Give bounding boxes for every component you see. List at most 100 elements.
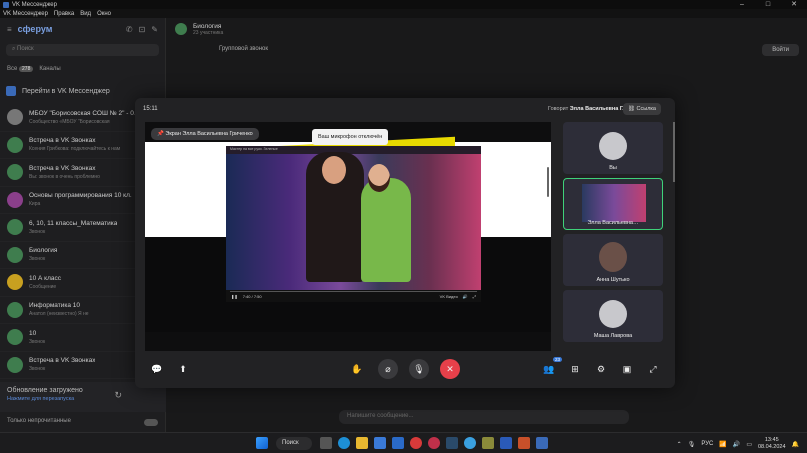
shared-video[interactable]: Мастер на все руки. Зеленые ❚❚ 7:40 / 7:… xyxy=(226,146,481,302)
menu-item-edit[interactable]: Правка xyxy=(54,11,74,17)
store-icon[interactable] xyxy=(374,437,386,449)
powerpoint-icon[interactable] xyxy=(518,437,530,449)
clock-date: 08.04.2024 xyxy=(757,444,786,450)
video-brand: VK Видео xyxy=(439,293,458,299)
clock-time: 13:45 xyxy=(764,437,779,443)
mic-off-button[interactable]: 🎙 xyxy=(409,359,429,379)
steam-icon[interactable] xyxy=(446,437,458,449)
participant-tile[interactable]: Маша Лаврова xyxy=(563,290,663,342)
pause-icon[interactable]: ❚❚ xyxy=(231,294,238,299)
screen-owner-label: 📌 Экран Элла Васильевна Гриченко xyxy=(151,128,259,140)
word-icon[interactable] xyxy=(500,437,512,449)
chat-item-avatar xyxy=(7,219,23,236)
participant-tile[interactable]: Элла Васильевна… xyxy=(563,178,663,230)
tray-chevron-icon[interactable]: ⌃ xyxy=(677,441,682,448)
chat-item-name: 10 xyxy=(29,329,37,337)
chat-avatar xyxy=(175,23,187,35)
camera-off-button[interactable]: ⌀ xyxy=(378,359,398,379)
explorer-icon[interactable] xyxy=(356,437,368,449)
fullscreen-button[interactable]: ⤢ xyxy=(643,359,663,379)
video-person-right-head xyxy=(368,164,390,192)
wifi-icon[interactable]: 📶 xyxy=(719,441,726,448)
copy-link-button[interactable]: ⛓ Ссылка xyxy=(623,103,661,115)
stage-scrollbar[interactable] xyxy=(547,167,549,197)
speaking-prefix: Говорит xyxy=(548,106,569,112)
video-person-right xyxy=(361,178,411,282)
edge-icon[interactable] xyxy=(338,437,350,449)
menu-item-view[interactable]: Вид xyxy=(80,11,91,17)
opera-icon[interactable] xyxy=(428,437,440,449)
chat-item-preview: Ксения Грибкова: подключайтесь к нам xyxy=(29,146,121,153)
battery-icon[interactable]: ▭ xyxy=(746,441,752,448)
chat-item-preview: Кира xyxy=(29,201,41,208)
end-call-button[interactable]: ✕ xyxy=(440,359,460,379)
call-icon[interactable]: ✆ xyxy=(126,25,133,34)
notifications-icon[interactable]: 🔔 xyxy=(792,441,799,448)
pip-button[interactable]: ▣ xyxy=(617,359,637,379)
menu-item-window[interactable]: Окно xyxy=(97,11,111,17)
chat-button[interactable]: 💬 xyxy=(147,359,167,379)
contacts-icon[interactable]: ⊡ xyxy=(139,25,146,34)
mic-off-icon: 🎙 xyxy=(413,363,425,374)
group-call-banner: Групповой звонок Войти xyxy=(167,40,807,58)
yandex-icon[interactable] xyxy=(410,437,422,449)
chat-item-name: Основы программирования 10 кл. xyxy=(29,192,132,200)
search-input[interactable]: ⌕ Поиск xyxy=(6,44,159,56)
screen-share-icon: ⬆ xyxy=(179,363,187,374)
app-pin-icon[interactable] xyxy=(482,437,494,449)
participant-screen-thumb xyxy=(582,184,646,222)
volume-icon[interactable]: 🔊 xyxy=(463,294,468,299)
participant-tile[interactable]: Анна Шутько xyxy=(563,234,663,286)
compose-icon[interactable]: ✎ xyxy=(151,25,158,34)
restart-icon[interactable]: ↻ xyxy=(114,390,122,401)
mic-tray-icon[interactable]: 🎙 xyxy=(688,441,696,448)
video-person-left-head xyxy=(322,156,346,184)
tab-all[interactable]: Все 278 xyxy=(7,66,34,72)
chat-item-avatar xyxy=(7,329,23,346)
lang-indicator[interactable]: РУС xyxy=(701,441,713,447)
join-call-button[interactable]: Войти xyxy=(762,44,799,56)
system-tray: ⌃ 🎙 РУС 📶 🔊 ▭ 13:45 08.04.2024 🔔 xyxy=(677,437,799,451)
clock[interactable]: 13:45 08.04.2024 xyxy=(758,437,786,451)
screen-owner-text: Экран Элла Васильевна Гриченко xyxy=(165,131,253,137)
video-fullscreen-icon[interactable]: ⤢ xyxy=(473,294,476,299)
video-progress[interactable] xyxy=(230,291,477,292)
task-view-icon[interactable] xyxy=(320,437,332,449)
raise-hand-button[interactable]: ✋ xyxy=(347,359,367,379)
chat-item-name: Информатика 10 xyxy=(29,302,81,310)
participant-tile[interactable]: Вы xyxy=(563,122,663,174)
tab-all-badge: 278 xyxy=(19,66,34,72)
menu-item-app[interactable]: VK Мессенджер xyxy=(3,11,48,17)
chat-item-name: Встреча в VK Звонках xyxy=(29,357,96,365)
taskbar-search[interactable]: Поиск xyxy=(276,437,312,450)
settings-button[interactable]: ⚙ xyxy=(591,359,611,379)
screen-share-button[interactable]: ⬆ xyxy=(173,359,193,379)
hamburger-menu-icon[interactable]: ≡ xyxy=(7,25,12,34)
telegram-icon[interactable] xyxy=(464,437,476,449)
minimize-button[interactable]: – xyxy=(729,0,755,9)
start-icon[interactable] xyxy=(256,437,268,449)
close-window-button[interactable]: ✕ xyxy=(781,0,807,9)
message-placeholder: Напишите сообщение... xyxy=(347,413,414,419)
volume-tray-icon[interactable]: 🔊 xyxy=(733,441,740,448)
chat-item-preview: Сообщение xyxy=(29,283,57,290)
toggle-switch[interactable] xyxy=(144,419,158,426)
message-input[interactable]: Напишите сообщение... xyxy=(339,410,629,424)
raise-hand-icon: ✋ xyxy=(351,363,363,374)
settings-icon: ⚙ xyxy=(596,363,606,374)
vk-messenger-taskbar-icon[interactable] xyxy=(536,437,548,449)
tab-all-label: Все xyxy=(7,66,18,72)
app-icon xyxy=(3,1,9,8)
screen-share-stage[interactable]: Мастер на все руки. Зеленые ❚❚ 7:40 / 7:… xyxy=(145,122,551,351)
participants-button[interactable]: 👥 23 xyxy=(539,357,562,379)
chat-icon: 💬 xyxy=(151,363,163,374)
tiles-scrollbar[interactable] xyxy=(673,122,675,182)
speaking-indicator: Говорит Элла Васильевна Г. xyxy=(548,106,624,112)
tab-channels[interactable]: Каналы xyxy=(39,66,60,72)
maximize-button[interactable]: □ xyxy=(755,0,781,9)
grid-button[interactable]: ⊞ xyxy=(565,359,585,379)
unread-toggle[interactable]: Только непрочитанные xyxy=(0,414,166,432)
chat-item-avatar xyxy=(7,301,23,318)
end-call-icon: ✕ xyxy=(446,363,454,374)
mail-icon[interactable] xyxy=(392,437,404,449)
